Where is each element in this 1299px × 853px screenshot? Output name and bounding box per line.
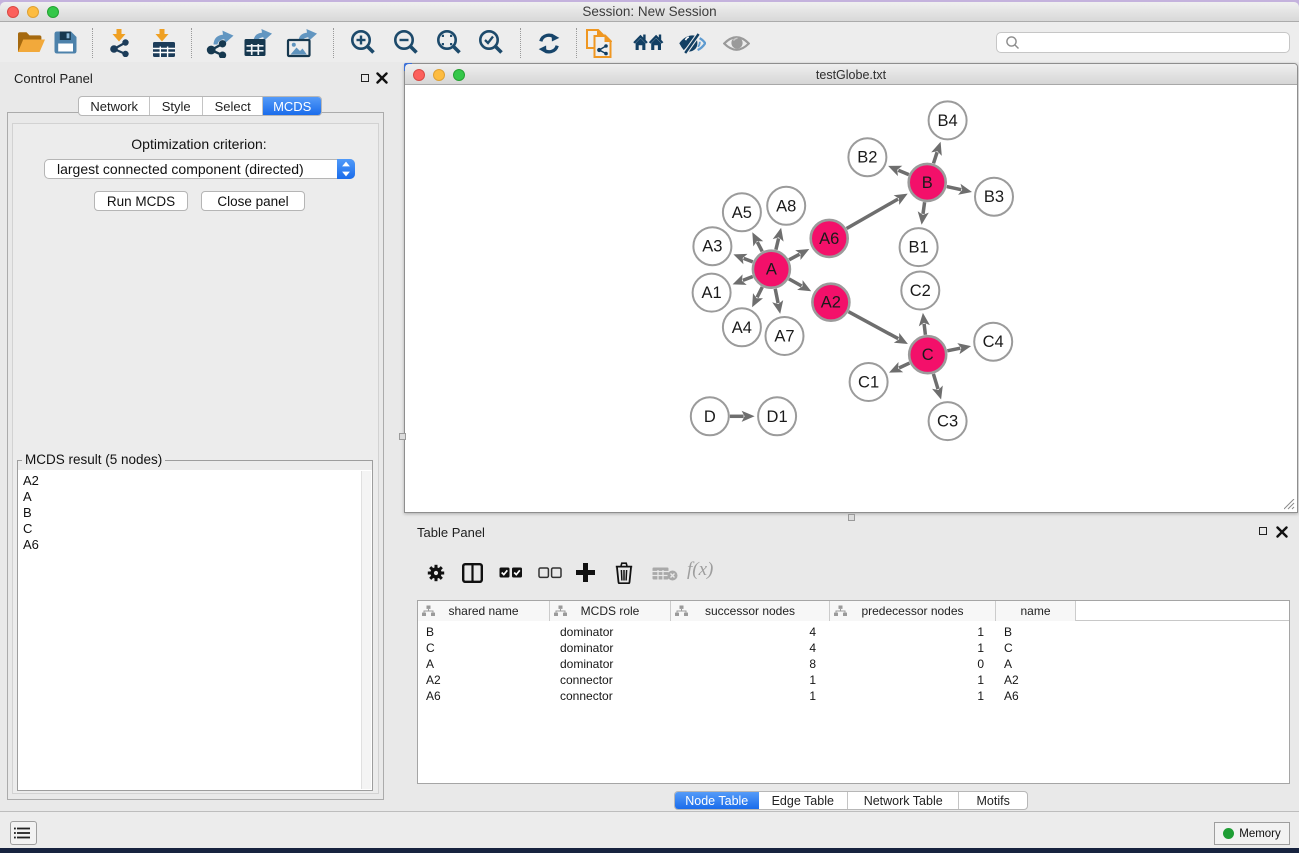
svg-text:C1: C1 <box>858 374 879 392</box>
svg-text:D: D <box>704 408 716 426</box>
svg-text:D1: D1 <box>767 408 788 426</box>
svg-text:A1: A1 <box>702 284 722 302</box>
svg-text:C4: C4 <box>983 333 1004 351</box>
svg-text:A2: A2 <box>821 294 841 312</box>
svg-text:C3: C3 <box>937 413 958 431</box>
svg-text:A6: A6 <box>819 230 839 248</box>
svg-text:B1: B1 <box>909 239 929 257</box>
svg-text:B4: B4 <box>938 112 958 130</box>
svg-text:A4: A4 <box>732 319 752 337</box>
svg-text:A8: A8 <box>776 197 796 215</box>
svg-text:A5: A5 <box>732 204 752 222</box>
svg-text:A3: A3 <box>702 238 722 256</box>
svg-text:B: B <box>922 174 933 192</box>
svg-text:C2: C2 <box>910 282 931 300</box>
svg-text:B3: B3 <box>984 188 1004 206</box>
svg-text:C: C <box>922 346 934 364</box>
svg-text:B2: B2 <box>857 149 877 167</box>
svg-text:A7: A7 <box>774 328 794 346</box>
svg-text:A: A <box>766 261 777 279</box>
